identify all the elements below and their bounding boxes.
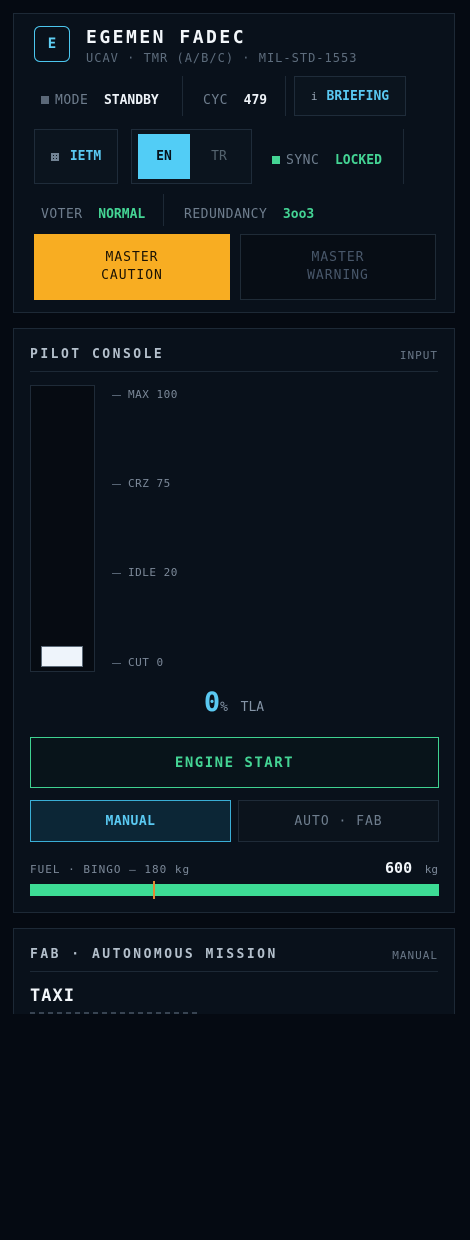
fab-phase: TAXI: [30, 986, 75, 1006]
engine-start-label: ENGINE START: [174, 754, 295, 771]
ietm-label: IETM: [69, 149, 102, 164]
divider: [163, 194, 164, 226]
lang-tr-button[interactable]: TR: [190, 134, 248, 179]
fuel-bar-fill: [30, 884, 439, 896]
detent-idle: IDLE 20: [112, 566, 178, 579]
briefing-button[interactable]: i BRIEFING: [294, 76, 406, 116]
auto-label: AUTO · FAB: [294, 813, 383, 829]
master-caution-button[interactable]: MASTER CAUTION: [34, 234, 230, 300]
tick-mark: [112, 572, 121, 574]
voter-value: NORMAL: [98, 207, 146, 222]
caution-line2: CAUTION: [101, 268, 163, 283]
fab-tag: MANUAL: [392, 949, 438, 962]
fab-phase-detail: [30, 1012, 200, 1014]
cycle-label: CYC: [203, 93, 228, 108]
mode-square-icon: [41, 95, 49, 104]
voter-indicator: VOTER NORMAL: [41, 203, 145, 222]
fab-mission-panel: FAB · AUTONOMOUS MISSION MANUAL TAXI: [13, 928, 455, 1014]
app-title: EGEMEN FADEC: [86, 27, 247, 48]
detent-label: CRZ 75: [128, 477, 171, 490]
auto-fab-button[interactable]: AUTO · FAB: [238, 800, 439, 842]
detent-label: MAX 100: [128, 388, 178, 401]
fuel-unit: kg: [424, 863, 438, 876]
warning-line1: MASTER: [311, 250, 365, 265]
divider: [285, 76, 286, 116]
app-badge: E: [34, 26, 70, 62]
redundancy-value: 3oo3: [282, 207, 315, 222]
grid-icon: [50, 152, 59, 161]
throttle-readout: 0% TLA: [14, 687, 454, 718]
fuel-value: 600: [385, 859, 413, 877]
engine-start-button[interactable]: ENGINE START: [30, 737, 439, 788]
mode-value: STANDBY: [103, 93, 159, 108]
warning-line2: WARNING: [307, 268, 369, 283]
master-warning-button[interactable]: MASTER WARNING: [240, 234, 436, 300]
cycle-value: 479: [243, 93, 268, 108]
caution-line1: MASTER: [105, 250, 159, 265]
sync-indicator: SYNC LOCKED: [272, 149, 382, 168]
manual-mode-button[interactable]: MANUAL: [30, 800, 231, 842]
fab-title: FAB · AUTONOMOUS MISSION: [30, 947, 278, 962]
console-title: PILOT CONSOLE: [30, 347, 165, 362]
bingo-marker: [152, 881, 155, 899]
language-toggle: EN TR: [131, 129, 252, 184]
manual-label: MANUAL: [105, 813, 156, 829]
fuel-label: FUEL · BINGO — 180 kg: [30, 863, 191, 876]
redundancy-indicator: REDUNDANCY 3oo3: [184, 203, 314, 222]
tick-mark: [112, 394, 121, 396]
voter-label: VOTER: [41, 207, 83, 222]
app-subtitle: UCAV · TMR (A/B/C) · MIL-STD-1553: [86, 51, 358, 65]
lang-en-button[interactable]: EN: [138, 134, 190, 179]
engine-status-panel: E EGEMEN FADEC UCAV · TMR (A/B/C) · MIL-…: [13, 13, 455, 313]
tick-mark: [112, 483, 121, 485]
detent-label: IDLE 20: [128, 566, 178, 579]
divider: [30, 371, 438, 372]
detent-cut: CUT 0: [112, 656, 164, 669]
redundancy-label: REDUNDANCY: [184, 207, 268, 222]
pilot-console-panel: PILOT CONSOLE INPUT MAX 100 CRZ 75 IDLE …: [13, 328, 455, 913]
sync-label: SYNC: [286, 153, 320, 168]
throttle-value: 0: [203, 687, 221, 718]
console-tag: INPUT: [399, 349, 438, 362]
detent-cruise: CRZ 75: [112, 477, 171, 490]
divider: [30, 971, 438, 972]
sync-value: LOCKED: [334, 153, 382, 168]
throttle-label: TLA: [240, 700, 265, 715]
throttle-handle[interactable]: [41, 646, 83, 667]
tick-mark: [112, 662, 121, 664]
info-icon: i: [310, 89, 318, 103]
fuel-bar: [30, 881, 439, 899]
throttle-slider[interactable]: [30, 385, 95, 672]
detent-label: CUT 0: [128, 656, 164, 669]
ietm-button[interactable]: IETM: [34, 129, 118, 184]
divider: [403, 129, 404, 184]
cycle-indicator: CYC 479: [203, 89, 267, 108]
briefing-label: BRIEFING: [326, 88, 390, 104]
mode-label: MODE: [55, 93, 89, 108]
mode-indicator: MODE STANDBY: [41, 89, 159, 108]
detent-max: MAX 100: [112, 388, 178, 401]
fuel-readout: 600 kg: [385, 858, 438, 877]
throttle-unit: %: [220, 700, 228, 715]
divider: [182, 76, 183, 116]
sync-square-icon: [272, 155, 280, 164]
